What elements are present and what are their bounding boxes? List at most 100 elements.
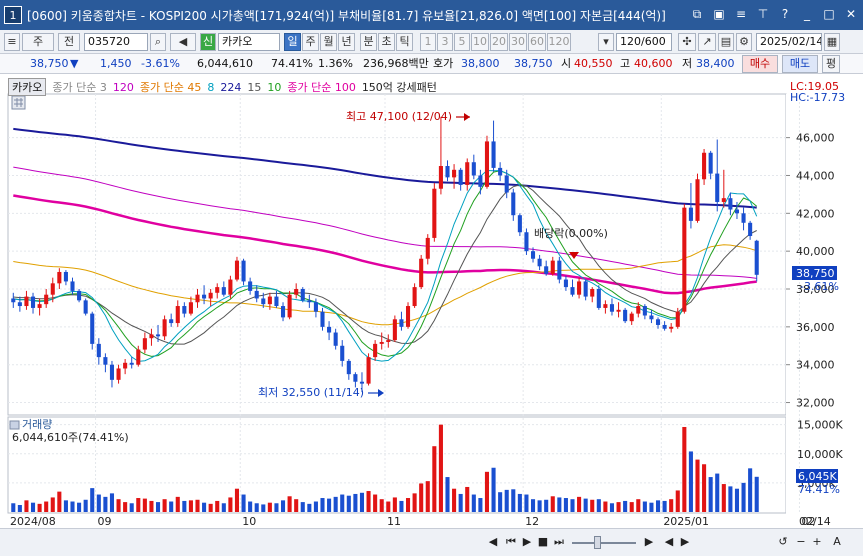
candle-body [425,237,430,259]
minimize-icon[interactable]: _ [799,6,815,22]
reset-icon[interactable]: ↺ [776,533,790,551]
candle-body [37,304,42,308]
date-label: 02/14 [799,515,831,528]
candle-body [96,343,101,358]
font-size-icon[interactable]: A [830,533,844,551]
volume-bar [175,496,180,512]
legend-item[interactable]: 224 [220,81,241,94]
print-icon[interactable]: ▣ [711,6,727,22]
volume-bar [346,495,351,512]
zoom-in-icon[interactable]: ▶ [678,533,692,551]
pin-icon[interactable]: ⊤ [755,6,771,22]
candle-body [24,296,29,307]
legend-item[interactable]: 종가 단순 3 [52,79,106,95]
interval-1[interactable]: 1 [420,33,436,51]
close-icon[interactable]: ✕ [843,6,859,22]
candle-body [721,198,726,202]
volume-bar [221,503,226,512]
volume-panel-icon[interactable] [9,420,20,430]
price-tick-label: 46,000 [796,132,835,145]
volume-bar [103,496,108,512]
tab-second[interactable]: 초 [378,33,395,51]
period-prev-button[interactable]: 전 [58,33,80,51]
candle-body [373,343,378,358]
stock-chart[interactable]: 32,00034,00036,00038,00040,00042,00044,0… [0,74,863,556]
candle-body [530,251,536,259]
volume-bar [248,501,253,512]
current-price-tag: 38,750 [796,267,835,280]
legend-item[interactable]: 120 [113,81,134,94]
dropdown-icon[interactable]: ▾ [598,33,614,51]
legend-item[interactable]: 종가 단순 45 [140,79,201,95]
tab-minute[interactable]: 분 [360,33,377,51]
tab-tick[interactable]: 틱 [396,33,413,51]
interval-120[interactable]: 120 [547,33,571,51]
play-icon[interactable]: ▶ [520,533,534,551]
scroll-right-icon[interactable]: ▶ [642,533,656,551]
sound-icon[interactable]: ◀ [170,33,196,51]
volume-bar [24,500,29,512]
eval-button[interactable]: 평 [822,55,840,73]
period-main-select[interactable]: 주 [22,33,54,51]
search-icon[interactable]: ⌕ [150,33,166,51]
chart-grid-icon[interactable] [11,95,26,110]
menu-icon[interactable]: ≡ [4,33,20,51]
interval-30[interactable]: 30 [509,33,527,51]
tab-week[interactable]: 주 [302,33,319,51]
last-page-icon[interactable]: ⏭ [552,533,566,551]
chart-settings-icon[interactable]: ≡ [733,6,749,22]
volume-bar [129,503,134,512]
scroll-slider[interactable] [572,542,636,544]
sell-button[interactable]: 매도 [782,55,818,73]
volume-bar [234,488,240,512]
candle-body [320,311,325,327]
interval-20[interactable]: 20 [490,33,508,51]
candle-body [103,357,108,365]
candle-body [405,306,411,327]
zoom-out-icon[interactable]: ◀ [662,533,676,551]
interval-5[interactable]: 5 [454,33,470,51]
interval-3[interactable]: 3 [437,33,453,51]
gear-icon[interactable]: ⚙ [736,33,752,51]
stock-name-field: 카카오 [218,33,280,51]
save-icon[interactable]: ▤ [718,33,734,51]
volume-bar [327,498,332,512]
text-small-icon[interactable]: − [794,533,808,551]
count-input[interactable]: 120/600 [616,33,672,51]
candle-body [83,300,88,314]
tab-year[interactable]: 년 [338,33,355,51]
volume-tick-label: 10,000K [797,448,843,461]
interval-60[interactable]: 60 [528,33,546,51]
maximize-icon[interactable]: □ [821,6,837,22]
scroll-thumb[interactable] [594,536,601,549]
date-input[interactable]: 2025/02/14 [756,33,822,51]
help-icon[interactable]: ? [777,6,793,22]
tab-day[interactable]: 일 [284,33,301,51]
window-number[interactable]: 1 [4,6,22,24]
text-increase-icon[interactable]: + [810,533,824,551]
candle-body [11,298,16,303]
link-icon[interactable]: ⧉ [689,6,705,22]
buy-button[interactable]: 매수 [742,55,778,73]
legend-stock-name[interactable]: 카카오 [8,78,47,96]
line-draw-icon[interactable]: ↗ [698,33,716,51]
volume-bar [695,459,700,512]
legend-item[interactable]: 8 [207,81,214,94]
volume-bar [452,488,457,512]
first-page-icon[interactable]: ⏮ [504,533,518,551]
volume-bar [300,502,305,512]
legend-item[interactable]: 150억 강세패턴 [362,79,437,95]
tab-month[interactable]: 월 [320,33,337,51]
stop-icon[interactable]: ■ [536,533,550,551]
candle-body [688,207,693,221]
legend-item[interactable]: 10 [267,81,281,94]
legend-item[interactable]: 15 [247,81,261,94]
volume-bar [504,489,509,512]
legend-item[interactable]: 종가 단순 100 [287,79,355,95]
stock-code-input[interactable]: 035720 [84,33,148,51]
candle-body [649,315,654,320]
calendar-icon[interactable]: ▦ [824,33,840,51]
tools-icon[interactable]: ✣ [678,33,696,51]
interval-10[interactable]: 10 [471,33,489,51]
scroll-left-icon[interactable]: ◀ [486,533,500,551]
